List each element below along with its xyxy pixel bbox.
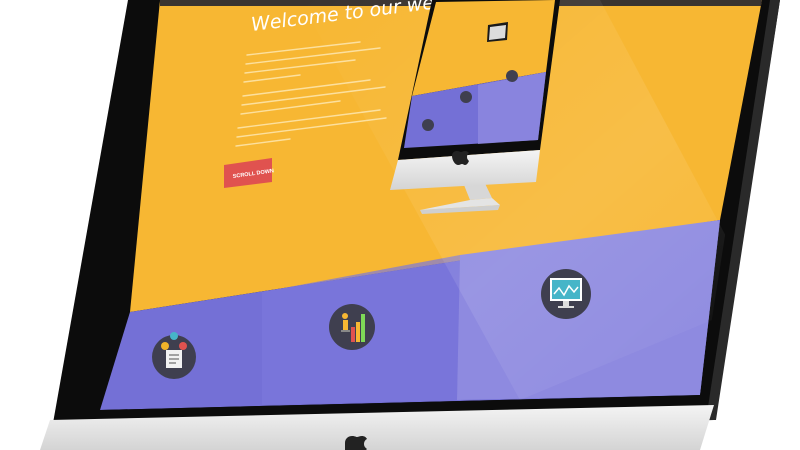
screen: Welcome to our website SCROLL DOWN [100, 0, 762, 410]
bar-chart-growth-icon[interactable] [329, 304, 375, 350]
monitor-analytics-icon[interactable] [541, 269, 591, 319]
imac-mockup: Welcome to our website SCROLL DOWN [40, 0, 780, 450]
apple-logo-icon [345, 436, 367, 450]
